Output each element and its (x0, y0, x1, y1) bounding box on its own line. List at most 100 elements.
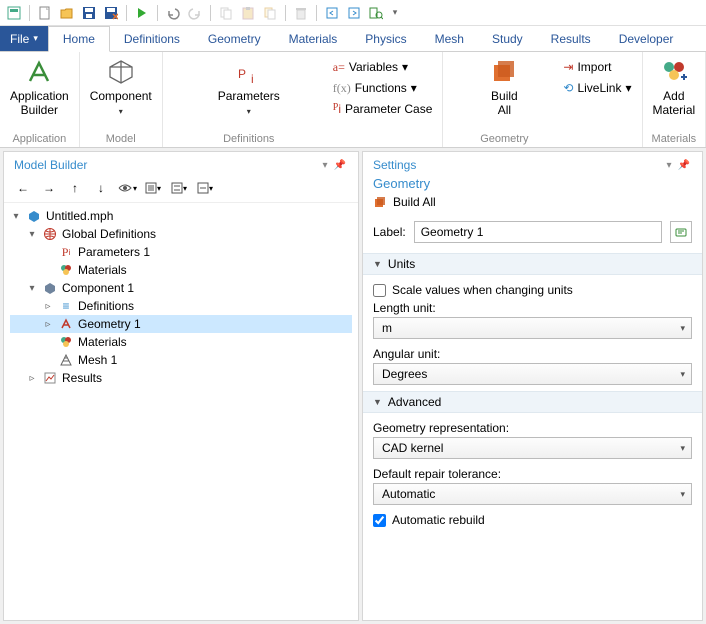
find-fwd-icon[interactable] (344, 3, 364, 23)
undo-icon[interactable] (163, 3, 183, 23)
model-builder-toolbar: ← → ↑ ↓ ▾ ▾ ▾ ▾ (4, 176, 358, 203)
expand-icon[interactable]: ▹ (26, 373, 38, 384)
expand-icon[interactable]: ▹ (42, 301, 54, 312)
tab-developer[interactable]: Developer (605, 26, 688, 51)
search-tree-icon[interactable] (366, 3, 386, 23)
panel-menu-icon[interactable]: ▾ (665, 160, 674, 171)
group-label: Definitions (169, 132, 329, 146)
livelink-button[interactable]: ⟲LiveLink▾ (559, 78, 635, 99)
length-unit-label: Length unit: (373, 299, 692, 317)
collapse3-icon[interactable]: ▾ (194, 178, 216, 198)
svg-text:P: P (238, 67, 246, 81)
new-icon[interactable] (35, 3, 55, 23)
tag-icon (674, 225, 688, 239)
checkbox-input[interactable] (373, 284, 386, 297)
import-button[interactable]: ⇥Import (559, 57, 635, 78)
find-back-icon[interactable] (322, 3, 342, 23)
variables-button[interactable]: a=Variables▾ (329, 57, 437, 78)
checkbox-input[interactable] (373, 514, 386, 527)
tree-results[interactable]: ▹Results (10, 369, 352, 387)
chevron-down-icon: ▾ (625, 80, 631, 97)
open-icon[interactable] (57, 3, 77, 23)
build-all-button[interactable]: Build All (485, 55, 523, 120)
nav-fwd-icon[interactable]: → (38, 178, 60, 198)
tree-mesh1[interactable]: Mesh 1 (10, 351, 352, 369)
panel-menu-icon[interactable]: ▾ (321, 160, 330, 171)
file-menu-button[interactable]: File▾ (0, 26, 48, 51)
label-input[interactable] (414, 221, 662, 243)
chevron-down-icon: ▾ (247, 107, 251, 116)
materials-icon (58, 262, 74, 278)
label-edit-button[interactable] (670, 221, 692, 243)
parameter-case-button[interactable]: PiParameter Case (329, 99, 437, 120)
tree-definitions[interactable]: ▹≡Definitions (10, 297, 352, 315)
results-icon (42, 370, 58, 386)
collapse-icon[interactable]: ▾ (10, 211, 22, 222)
component-icon (106, 57, 136, 87)
tree-geometry1[interactable]: ▹Geometry 1 (10, 315, 352, 333)
expand-icon[interactable]: ▹ (42, 319, 54, 330)
copy-icon (216, 3, 236, 23)
tab-materials[interactable]: Materials (275, 26, 352, 51)
geom-rep-label: Geometry representation: (373, 419, 692, 437)
settings-title: Settings (373, 158, 416, 172)
angular-unit-select[interactable]: Degrees (373, 363, 692, 385)
parameters-icon: Pi (236, 57, 262, 87)
qat-dropdown-icon[interactable]: ▾ (388, 3, 402, 23)
component-icon (42, 280, 58, 296)
tree-component1[interactable]: ▾Component 1 (10, 279, 352, 297)
nav-up-icon[interactable]: ↑ (64, 178, 86, 198)
nav-back-icon[interactable]: ← (12, 178, 34, 198)
show-icon[interactable]: ▾ (116, 178, 138, 198)
collapse2-icon[interactable]: ▾ (168, 178, 190, 198)
section-advanced[interactable]: ▼Advanced (363, 391, 702, 413)
ribbon-group-model: Component▾ Model (80, 52, 163, 147)
component-button[interactable]: Component▾ (86, 55, 156, 120)
tab-study[interactable]: Study (478, 26, 537, 51)
import-icon: ⇥ (563, 59, 573, 76)
nav-down-icon[interactable]: ↓ (90, 178, 112, 198)
tab-geometry[interactable]: Geometry (194, 26, 275, 51)
separator (210, 5, 211, 21)
redo-icon (185, 3, 205, 23)
model-tree[interactable]: ▾Untitled.mph ▾Global Definitions PiPara… (4, 203, 358, 620)
build-all-link[interactable]: Build All (393, 195, 436, 209)
add-material-button[interactable]: Add Material (649, 55, 700, 120)
tab-results[interactable]: Results (537, 26, 605, 51)
collapse-icon: ▼ (373, 259, 382, 269)
mph-file-icon (26, 208, 42, 224)
collapse-icon[interactable]: ▾ (26, 283, 38, 294)
tree-global-materials[interactable]: Materials (10, 261, 352, 279)
separator (126, 5, 127, 21)
auto-rebuild-checkbox[interactable]: Automatic rebuild (373, 511, 692, 529)
tree-root[interactable]: ▾Untitled.mph (10, 207, 352, 225)
save-as-icon[interactable] (101, 3, 121, 23)
scale-values-checkbox[interactable]: Scale values when changing units (373, 281, 692, 299)
save-icon[interactable] (79, 3, 99, 23)
collapse1-icon[interactable]: ▾ (142, 178, 164, 198)
application-builder-button[interactable]: Application Builder (6, 55, 73, 120)
duplicate-icon (260, 3, 280, 23)
tree-global-definitions[interactable]: ▾Global Definitions (10, 225, 352, 243)
run-icon[interactable] (132, 3, 152, 23)
collapse-icon[interactable]: ▾ (26, 229, 38, 240)
tab-home[interactable]: Home (48, 26, 110, 52)
functions-icon: f(x) (333, 80, 351, 97)
tree-parameters1[interactable]: PiParameters 1 (10, 243, 352, 261)
app-icon[interactable] (4, 3, 24, 23)
parameter-case-icon: Pi (333, 101, 341, 118)
repair-tol-select[interactable]: Automatic (373, 483, 692, 505)
tab-physics[interactable]: Physics (351, 26, 420, 51)
length-unit-select[interactable]: m (373, 317, 692, 339)
geom-rep-select[interactable]: CAD kernel (373, 437, 692, 459)
pin-icon[interactable]: 📌 (332, 160, 348, 171)
tab-mesh[interactable]: Mesh (421, 26, 478, 51)
pin-icon[interactable]: 📌 (676, 160, 692, 171)
angular-unit-label: Angular unit: (373, 345, 692, 363)
tree-comp-materials[interactable]: Materials (10, 333, 352, 351)
ribbon-group-geometry: Build All Geometry ⇥Import ⟲LiveLink▾ (443, 52, 642, 147)
section-units[interactable]: ▼Units (363, 253, 702, 275)
functions-button[interactable]: f(x)Functions▾ (329, 78, 437, 99)
parameters-button[interactable]: Pi Parameters▾ (214, 55, 284, 120)
tab-definitions[interactable]: Definitions (110, 26, 194, 51)
